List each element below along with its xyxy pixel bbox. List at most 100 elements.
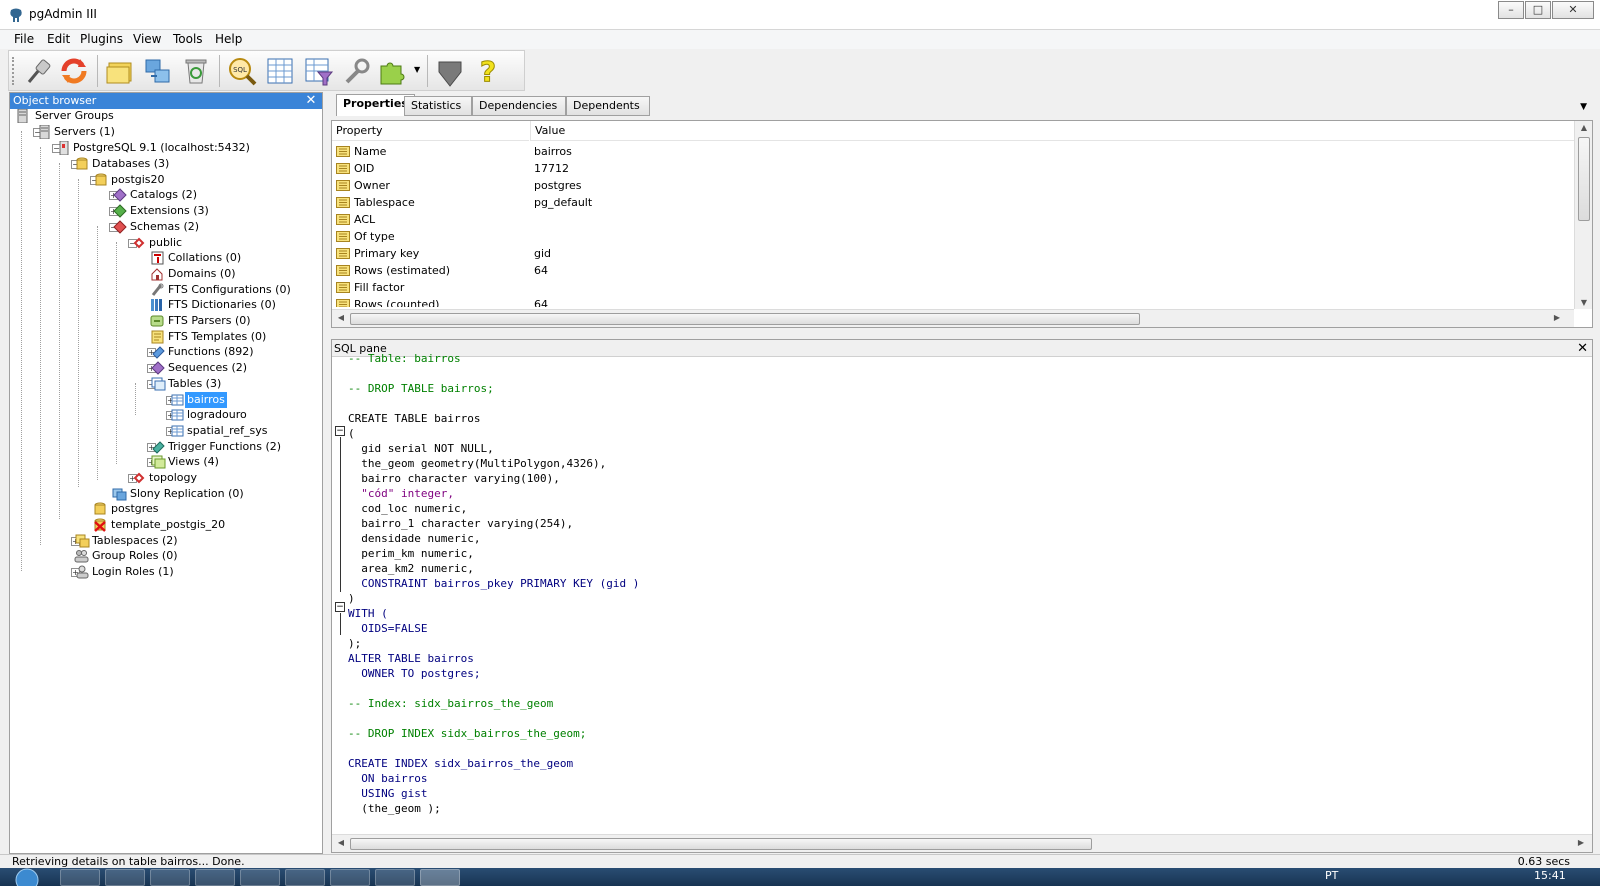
filtered-data-icon[interactable] [301, 54, 335, 88]
sql-line: ( [348, 427, 355, 440]
sql-line: -- Index: sidx_bairros_the_geom [348, 697, 554, 710]
minimize-button[interactable]: – [1498, 1, 1524, 19]
sql-line: -- DROP INDEX sidx_bairros_the_geom; [348, 727, 587, 740]
taskbar-clock[interactable]: 15:41 [1534, 869, 1566, 882]
plugins-dropdown-arrow[interactable]: ▼ [414, 65, 420, 74]
tab-statistics[interactable]: Statistics [404, 96, 472, 116]
maximize-button[interactable]: □ [1525, 1, 1551, 19]
property-row[interactable]: Rows (estimated) 64 [332, 262, 1572, 279]
properties-icon[interactable] [103, 54, 137, 88]
create-object-icon[interactable] [141, 54, 175, 88]
drop-object-icon[interactable] [179, 54, 213, 88]
column-header-value[interactable]: Value [530, 121, 1574, 141]
property-icon [336, 197, 350, 208]
toolbar-grip[interactable] [12, 57, 15, 85]
fold-marker-icon[interactable]: − [335, 426, 345, 436]
scroll-down-arrow-icon[interactable]: ▼ [1577, 298, 1591, 307]
sql-line: -- DROP TABLE bairros; [348, 382, 494, 395]
schema-icon [133, 237, 145, 249]
taskbar-firefox-button[interactable] [150, 869, 190, 886]
sequences-icon [151, 361, 165, 375]
taskbar-ie-button[interactable] [60, 869, 100, 886]
properties-list[interactable]: Property Value Name bairros OID 17712 Ow… [331, 120, 1593, 328]
trigger-functions-icon [152, 441, 165, 454]
sql-line: ON bairros [348, 772, 428, 785]
group-roles-icon [74, 550, 89, 563]
title-bar: pgAdmin III – □ ✕ [0, 0, 1600, 30]
property-row[interactable]: Primary key gid [332, 245, 1572, 262]
scroll-thumb[interactable] [350, 838, 1092, 850]
sql-line: OIDS=FALSE [348, 622, 428, 635]
object-browser-close-button[interactable]: ✕ [304, 93, 318, 109]
menu-view[interactable]: View [133, 32, 161, 46]
windows-start-icon[interactable] [12, 868, 42, 886]
fold-marker-icon[interactable]: − [335, 602, 345, 612]
extensions-icon [113, 204, 127, 218]
property-row[interactable]: Rows (counted) 64 [332, 296, 1572, 307]
scroll-up-arrow-icon[interactable]: ▲ [1577, 123, 1591, 132]
property-icon [336, 146, 350, 157]
sql-pane[interactable]: SQL pane ✕ − − -- Table: bairros -- DROP… [331, 339, 1593, 853]
menu-edit[interactable]: Edit [47, 32, 70, 46]
input-language-indicator[interactable]: PT [1325, 869, 1338, 882]
menu-tools[interactable]: Tools [173, 32, 203, 46]
property-row[interactable]: Tablespace pg_default [332, 194, 1572, 211]
scroll-right-arrow-icon[interactable]: ▶ [1574, 838, 1588, 847]
property-row[interactable]: ACL [332, 211, 1572, 228]
property-icon [336, 265, 350, 276]
properties-vertical-scrollbar[interactable]: ▲ ▼ [1574, 121, 1592, 309]
taskbar-explorer-button[interactable] [105, 869, 145, 886]
refresh-icon[interactable] [57, 54, 91, 88]
property-row[interactable]: Fill factor [332, 279, 1572, 296]
menu-file[interactable]: File [14, 32, 34, 46]
taskbar-app-button[interactable] [240, 869, 280, 886]
status-elapsed-time: 0.63 secs [1517, 855, 1570, 868]
property-icon [336, 214, 350, 225]
scroll-left-arrow-icon[interactable]: ◀ [334, 313, 348, 322]
sql-line: "cód" integer, [348, 487, 454, 500]
scroll-right-arrow-icon[interactable]: ▶ [1550, 313, 1564, 322]
sql-pane-header: SQL pane ✕ [332, 340, 1592, 357]
guru-hint-icon[interactable] [433, 54, 467, 88]
close-window-button[interactable]: ✕ [1552, 1, 1594, 19]
taskbar-app-button[interactable] [375, 869, 415, 886]
table-icon [171, 425, 184, 437]
object-browser[interactable]: Object browser ✕ Server Groups − Servers… [9, 92, 323, 854]
scroll-thumb[interactable] [1578, 137, 1590, 221]
sql-horizontal-scrollbar[interactable]: ◀ ▶ [332, 834, 1592, 852]
tabs-dropdown-icon[interactable]: ▼ [1580, 102, 1587, 112]
connect-icon[interactable] [21, 54, 55, 88]
menu-plugins[interactable]: Plugins [80, 32, 123, 46]
property-row[interactable]: Name bairros [332, 143, 1572, 160]
column-header-property[interactable]: Property [332, 121, 529, 141]
menu-bar: File Edit Plugins View Tools Help [0, 30, 1600, 49]
sql-query-icon[interactable]: SQL [225, 54, 259, 88]
property-row[interactable]: OID 17712 [332, 160, 1572, 177]
taskbar-acrobat-button[interactable] [285, 869, 325, 886]
property-row[interactable]: Owner postgres [332, 177, 1572, 194]
taskbar-app-button[interactable] [330, 869, 370, 886]
sql-line: bairro_1 character varying(254), [348, 517, 574, 530]
servers-icon [39, 125, 50, 139]
taskbar-chrome-button[interactable] [195, 869, 235, 886]
schema-icon [133, 472, 145, 484]
sql-pane-close-button[interactable]: ✕ [1577, 340, 1588, 357]
svg-text:?: ? [480, 55, 496, 88]
tab-dependencies[interactable]: Dependencies [472, 96, 566, 116]
view-data-icon[interactable] [263, 54, 297, 88]
property-row[interactable]: Of type [332, 228, 1572, 245]
tables-icon [151, 377, 166, 391]
tab-dependents[interactable]: Dependents [566, 96, 650, 116]
taskbar-pgadmin-button[interactable] [420, 869, 460, 886]
fts-templates-icon [151, 330, 164, 344]
scroll-thumb[interactable] [350, 313, 1140, 325]
scroll-left-arrow-icon[interactable]: ◀ [334, 838, 348, 847]
plugins-icon[interactable] [375, 54, 409, 88]
property-icon [336, 299, 350, 307]
properties-panel: Properties Statistics Dependencies Depen… [331, 94, 1593, 330]
help-icon[interactable]: ? [471, 54, 505, 89]
maintenance-icon[interactable] [339, 54, 373, 88]
properties-horizontal-scrollbar[interactable]: ◀ ▶ [332, 309, 1574, 327]
menu-help[interactable]: Help [215, 32, 242, 46]
domains-icon [151, 268, 163, 281]
